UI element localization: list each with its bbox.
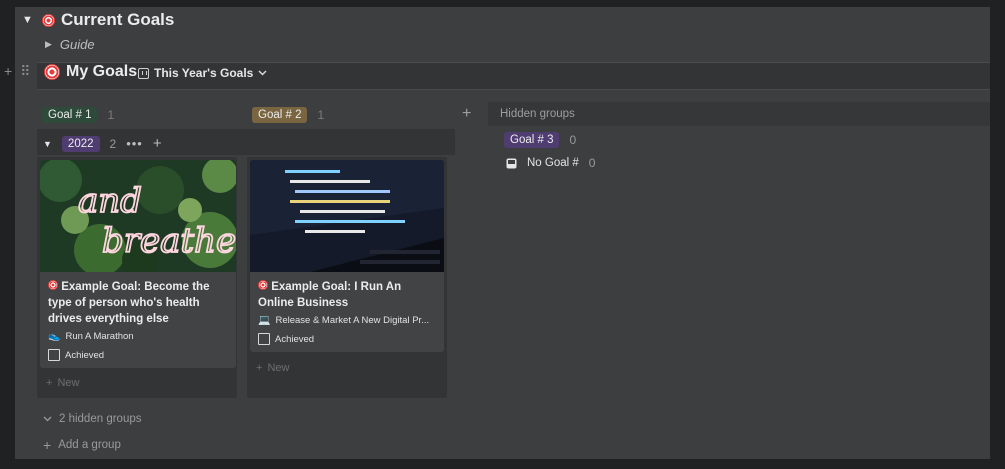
more-icon[interactable]: ••• [126,136,143,151]
hidden-groups-title: Hidden groups [500,108,575,120]
new-card-button-1[interactable]: + New [46,377,79,389]
card-achieved[interactable]: Achieved [48,349,104,361]
card-title-row: Example Goal: I Run An Online Business [258,279,438,311]
card-goal-1[interactable]: and breathe Example Goal: Become the typ… [40,160,236,368]
hidden-groups-toggle[interactable]: 2 hidden groups [43,413,141,425]
add-icon[interactable]: + [153,135,162,152]
card-project-link[interactable]: 👟 Run A Marathon [48,331,134,342]
add-icon: + [256,362,263,374]
group-2022[interactable]: ▼ 2022 2 ••• + [43,135,162,152]
new-card-button-2[interactable]: + New [256,362,289,374]
shoe-icon: 👟 [48,331,61,342]
card-title: Example Goal: Become the type of person … [48,281,210,325]
toggle-current-goals-icon[interactable]: ▼ [22,14,33,26]
guide-toggle[interactable]: ▶ Guide [45,37,95,52]
card-title: Example Goal: I Run An Online Business [258,281,402,309]
dart-icon [48,280,58,290]
laptop-icon: 💻 [258,315,271,326]
cover-text-and: and [78,181,142,221]
column-header-goal-2[interactable]: Goal # 2 1 [252,104,324,126]
board-divider [37,89,990,90]
toggle-right-icon[interactable]: ▶ [45,39,52,50]
drag-handle-icon[interactable]: ⠿ [20,63,30,80]
toggle-down-icon[interactable]: ▼ [43,139,52,149]
hidden-group-goal-3[interactable]: Goal # 3 0 [504,132,576,148]
add-icon: + [43,437,52,453]
card-achieved[interactable]: Achieved [258,333,314,345]
inbox-icon [506,158,517,168]
card-cover-image [250,160,444,272]
column-header-goal-1[interactable]: Goal # 1 1 [42,104,114,126]
board-view-icon [138,67,149,79]
add-block-icon[interactable]: + [4,63,12,80]
dart-icon [258,280,268,290]
achieved-checkbox[interactable] [48,349,60,361]
chevron-down-icon [43,416,52,422]
add-column-icon[interactable]: + [462,105,471,123]
database-title[interactable]: My Goals [44,63,137,81]
card-goal-2[interactable]: Example Goal: I Run An Online Business 💻… [250,160,444,352]
chevron-down-icon [258,70,267,76]
add-icon: + [46,377,53,389]
page-title: Current Goals [42,10,174,30]
view-selector[interactable]: This Year's Goals [138,66,267,80]
block-gutter: + ⠿ [4,63,30,80]
add-group-button[interactable]: + Add a group [43,437,121,453]
hidden-group-no-goal[interactable]: No Goal # 0 [506,156,595,170]
card-cover-image: and breathe [40,160,236,272]
cover-text-breathe: breathe [102,221,236,261]
card-title-row: Example Goal: Become the type of person … [48,279,228,327]
card-project-link[interactable]: 💻 Release & Market A New Digital Pr... [258,315,429,326]
dart-icon [42,13,55,27]
dart-heart-icon [44,64,60,80]
achieved-checkbox[interactable] [258,333,270,345]
